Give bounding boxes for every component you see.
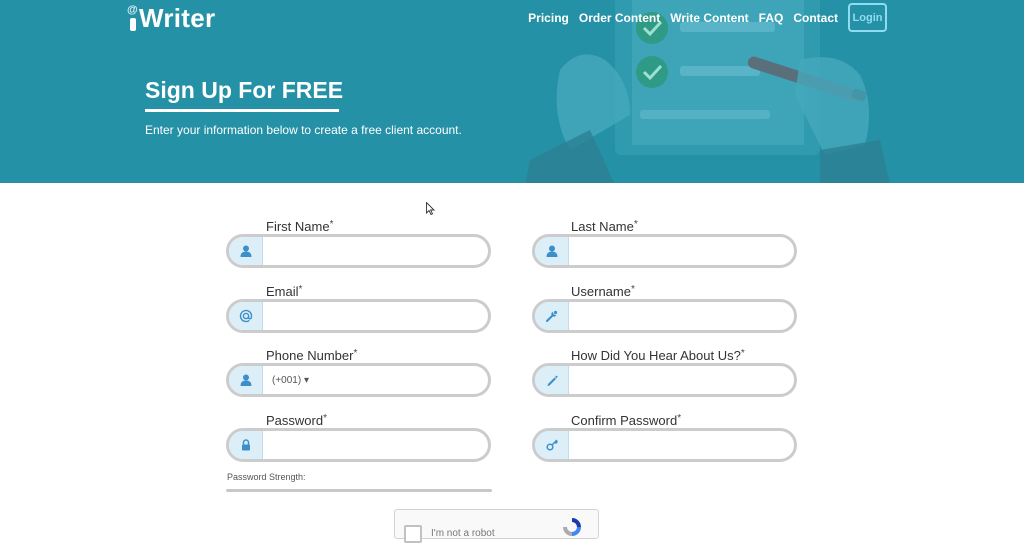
lock-icon [229, 431, 263, 459]
first-name-label-text: First Name [266, 219, 330, 234]
required-mark: * [329, 219, 334, 230]
nav-pricing[interactable]: Pricing [528, 11, 569, 25]
hear-about-input[interactable] [569, 366, 794, 394]
user-icon [535, 237, 569, 265]
confirm-password-label: Confirm Password* [571, 413, 681, 428]
recaptcha-widget: I'm not a robot [394, 509, 599, 543]
title-underline [145, 109, 339, 112]
required-mark: * [353, 348, 358, 359]
required-mark: * [677, 413, 682, 424]
user-icon [229, 366, 263, 394]
key-icon [535, 431, 569, 459]
logo-i-stem [130, 18, 136, 31]
nav-contact[interactable]: Contact [793, 11, 838, 25]
logo-text: Writer [139, 3, 216, 33]
recaptcha-checkbox[interactable] [404, 525, 422, 543]
login-button[interactable]: Login [848, 3, 887, 32]
password-label: Password* [266, 413, 327, 428]
hero-banner: @ Writer Pricing Order Content Write Con… [0, 0, 1024, 183]
confirm-password-input[interactable] [569, 431, 794, 459]
password-label-text: Password [266, 413, 324, 428]
phone-label-text: Phone Number [266, 348, 354, 363]
first-name-input[interactable] [263, 237, 488, 265]
page-title: Sign Up For FREE [145, 77, 344, 103]
password-input[interactable] [263, 431, 488, 459]
email-input[interactable] [263, 302, 488, 330]
phone-field[interactable]: (+001) ▾ [226, 363, 491, 397]
phone-input[interactable] [309, 366, 488, 394]
password-strength-label: Password Strength: [227, 472, 306, 482]
user-icon [229, 237, 263, 265]
nav-faq[interactable]: FAQ [759, 11, 784, 25]
username-input[interactable] [569, 302, 794, 330]
hear-about-field[interactable] [532, 363, 797, 397]
confirm-password-field[interactable] [532, 428, 797, 462]
email-label-text: Email [266, 284, 299, 299]
username-field[interactable] [532, 299, 797, 333]
recaptcha-icon [563, 518, 581, 536]
required-mark: * [323, 413, 327, 424]
email-label: Email* [266, 284, 302, 299]
page-subtitle: Enter your information below to create a… [145, 123, 462, 137]
password-field[interactable] [226, 428, 491, 462]
logo-at-symbol: @ [127, 4, 138, 16]
iwriter-logo[interactable]: @ Writer [127, 4, 215, 32]
required-mark: * [740, 348, 745, 359]
password-strength-bar [226, 489, 492, 492]
nav-write-content[interactable]: Write Content [670, 11, 748, 25]
required-mark: * [633, 219, 638, 230]
country-code-select[interactable]: (+001) ▾ [263, 366, 309, 394]
nav-order-content[interactable]: Order Content [579, 11, 660, 25]
pen-icon [535, 366, 569, 394]
username-label-text: Username [571, 284, 631, 299]
phone-label: Phone Number* [266, 348, 357, 363]
hear-about-label: How Did You Hear About Us?* [571, 348, 745, 363]
at-icon [229, 302, 263, 330]
mouse-cursor-icon [426, 202, 435, 215]
required-mark: * [298, 284, 303, 295]
last-name-field[interactable] [532, 234, 797, 268]
first-name-label: First Name* [266, 219, 333, 234]
username-label: Username* [571, 284, 635, 299]
email-field[interactable] [226, 299, 491, 333]
main-nav: Pricing Order Content Write Content FAQ … [518, 3, 887, 32]
country-code-value: (+001) [272, 374, 302, 386]
confirm-password-label-text: Confirm Password [571, 413, 678, 428]
last-name-label: Last Name* [571, 219, 638, 234]
logo-mark: @ [127, 4, 139, 32]
wrench-icon [535, 302, 569, 330]
required-mark: * [630, 284, 635, 295]
last-name-label-text: Last Name [571, 219, 634, 234]
last-name-input[interactable] [569, 237, 794, 265]
hear-about-label-text: How Did You Hear About Us? [571, 348, 741, 363]
first-name-field[interactable] [226, 234, 491, 268]
